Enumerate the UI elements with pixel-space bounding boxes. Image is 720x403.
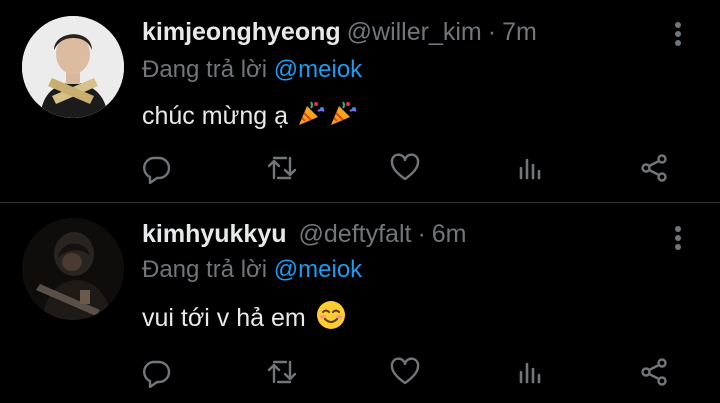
reply-context: Đang trả lời @meiok: [142, 256, 362, 284]
reply-mention-link[interactable]: @meiok: [274, 256, 362, 283]
retweet-icon[interactable]: [266, 356, 298, 388]
tweet-feed: kimjeonghyeong @willer_kim · 7m Đang trả lờ…: [0, 0, 720, 403]
timestamp[interactable]: 7m: [502, 18, 537, 46]
party-popper-icon: [296, 98, 326, 135]
like-icon[interactable]: [389, 356, 421, 388]
smiling-face-icon: [316, 300, 346, 337]
avatar[interactable]: [22, 16, 124, 118]
user-handle[interactable]: @willer_kim: [347, 18, 482, 46]
display-name[interactable]: kimhyukkyu: [142, 220, 287, 248]
share-icon[interactable]: [638, 356, 670, 388]
reply-icon[interactable]: [140, 152, 172, 184]
display-name[interactable]: kimjeonghyeong: [142, 18, 341, 46]
party-popper-icon: [328, 98, 358, 135]
more-options-icon[interactable]: [670, 224, 686, 252]
tweet[interactable]: kimjeonghyeong @willer_kim · 7m Đang trả lờ…: [0, 0, 720, 203]
reply-mention-link[interactable]: @meiok: [274, 56, 362, 83]
analytics-icon[interactable]: [515, 356, 547, 388]
timestamp[interactable]: 6m: [432, 220, 467, 248]
reply-icon[interactable]: [140, 356, 172, 388]
share-icon[interactable]: [638, 152, 670, 184]
tweet[interactable]: kimhyukkyu @deftyfalt · 6m Đang trả lời @me…: [0, 204, 720, 403]
retweet-icon[interactable]: [266, 152, 298, 184]
like-icon[interactable]: [389, 152, 421, 184]
separator: ·: [487, 18, 497, 46]
reply-prefix: Đang trả lời: [142, 56, 268, 83]
reply-context: Đang trả lời @meiok: [142, 56, 362, 84]
user-handle[interactable]: @deftyfalt: [299, 220, 412, 248]
tweet-body: vui tới v hả em: [142, 304, 306, 332]
tweet-header: kimjeonghyeong @willer_kim · 7m: [142, 18, 537, 50]
tweet-text: chúc mừng ạ: [142, 98, 358, 135]
tweet-body: chúc mừng ạ: [142, 102, 288, 130]
tweet-actions: [0, 148, 720, 188]
tweet-header: kimhyukkyu @deftyfalt · 6m: [142, 220, 467, 252]
reply-prefix: Đang trả lời: [142, 256, 268, 283]
analytics-icon[interactable]: [515, 152, 547, 184]
avatar[interactable]: [22, 218, 124, 320]
tweet-actions: [0, 352, 720, 392]
more-options-icon[interactable]: [670, 20, 686, 48]
separator: ·: [417, 220, 426, 248]
tweet-text: vui tới v hả em: [142, 300, 346, 337]
divider: [0, 202, 720, 203]
